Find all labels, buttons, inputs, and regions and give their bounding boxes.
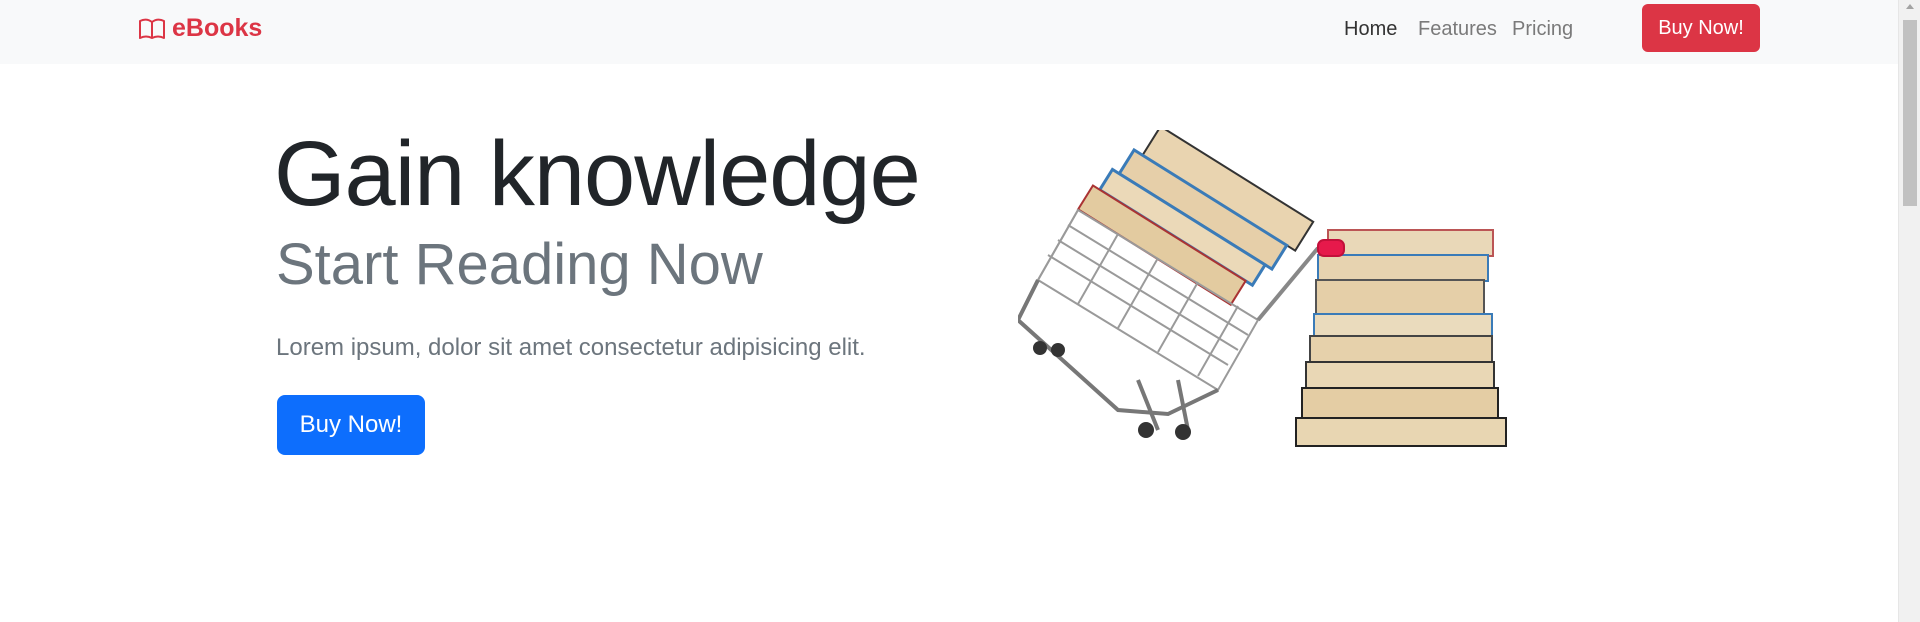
navbar: eBooks Home Features Pricing Buy Now! (0, 0, 1898, 64)
brand-link[interactable]: eBooks (138, 14, 262, 43)
hero-lead: Lorem ipsum, dolor sit amet consectetur … (276, 334, 866, 361)
brand-label: eBooks (172, 14, 263, 42)
scroll-up-arrow-icon[interactable] (1906, 4, 1914, 9)
nav-link-features[interactable]: Features (1418, 18, 1497, 41)
cart-books (1076, 130, 1315, 307)
hero-buy-now-button[interactable]: Buy Now! (277, 395, 425, 455)
scrollbar-thumb[interactable] (1903, 20, 1917, 206)
books-cart-image (1018, 130, 1507, 447)
book-icon (139, 18, 165, 39)
book-stack (1295, 229, 1507, 447)
navbar-buy-now-button[interactable]: Buy Now! (1642, 4, 1760, 52)
hero-subtitle: Start Reading Now (276, 232, 763, 297)
hero-title: Gain knowledge (274, 123, 921, 225)
cart-wheels (1033, 341, 1191, 440)
nav-link-pricing[interactable]: Pricing (1512, 18, 1573, 41)
page: eBooks Home Features Pricing Buy Now! Ga… (0, 0, 1920, 622)
nav-link-home[interactable]: Home (1344, 18, 1397, 41)
vertical-scrollbar[interactable] (1898, 0, 1920, 622)
